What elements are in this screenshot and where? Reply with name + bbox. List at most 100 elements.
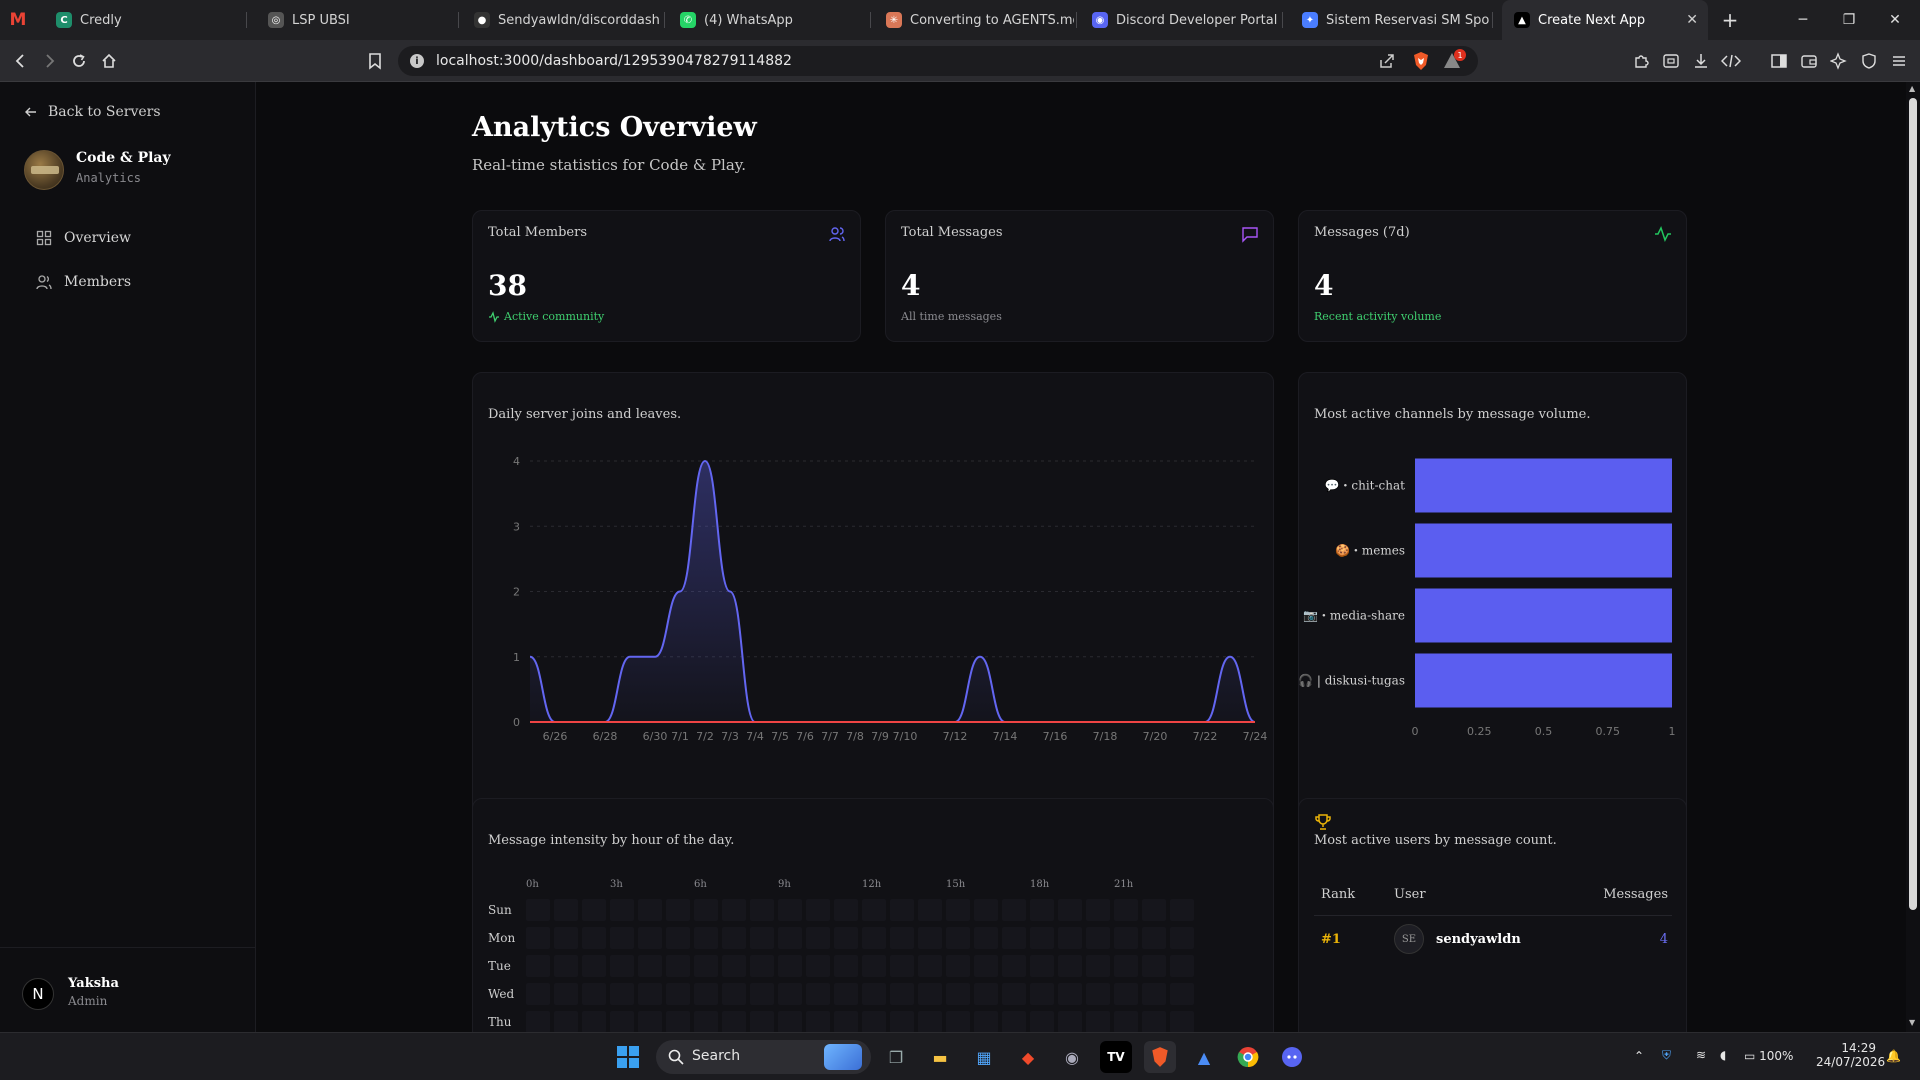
clock[interactable]: 14:29 24/07/2026 <box>1816 1041 1885 1069</box>
heatmap-cell[interactable] <box>750 927 774 949</box>
heatmap-cell[interactable] <box>666 1011 690 1032</box>
heatmap-cell[interactable] <box>554 927 578 949</box>
heatmap-cell[interactable] <box>1170 983 1194 1005</box>
table-row[interactable]: #1 SE sendyawldn 4 <box>1314 915 1672 963</box>
heatmap-cell[interactable] <box>834 899 858 921</box>
heatmap-cell[interactable] <box>918 899 942 921</box>
discord-icon[interactable] <box>1276 1041 1308 1073</box>
heatmap-cell[interactable] <box>806 1011 830 1032</box>
screenshot-icon[interactable] <box>1658 48 1684 74</box>
heatmap-cell[interactable] <box>1030 1011 1054 1032</box>
heatmap-cell[interactable] <box>610 983 634 1005</box>
heatmap-cell[interactable] <box>834 1011 858 1032</box>
heatmap-cell[interactable] <box>750 899 774 921</box>
heatmap-cell[interactable] <box>1058 927 1082 949</box>
heatmap-cell[interactable] <box>890 1011 914 1032</box>
heatmap-cell[interactable] <box>638 899 662 921</box>
heatmap-cell[interactable] <box>1142 955 1166 977</box>
heatmap-cell[interactable] <box>806 983 830 1005</box>
nav-item-overview[interactable]: Overview <box>36 230 131 246</box>
heatmap-cell[interactable] <box>638 983 662 1005</box>
heatmap-cell[interactable] <box>666 927 690 949</box>
devtools-icon[interactable] <box>1718 48 1744 74</box>
app-diamond-icon[interactable]: ◆ <box>1012 1041 1044 1073</box>
heatmap-cell[interactable] <box>638 955 662 977</box>
heatmap-cell[interactable] <box>946 1011 970 1032</box>
heatmap-cell[interactable] <box>778 899 802 921</box>
download-icon[interactable] <box>1688 48 1714 74</box>
heatmap-cell[interactable] <box>1086 1011 1110 1032</box>
heatmap-cell[interactable] <box>1114 983 1138 1005</box>
new-tab-button[interactable]: + <box>1718 8 1742 32</box>
wifi-icon[interactable]: ≋ <box>1696 1048 1706 1062</box>
scroll-up-icon[interactable]: ▲ <box>1909 84 1915 93</box>
browser-tab[interactable]: C Credly <box>44 0 244 40</box>
heatmap-cell[interactable] <box>806 927 830 949</box>
heatmap-cell[interactable] <box>554 983 578 1005</box>
heatmap-cell[interactable] <box>946 983 970 1005</box>
heatmap-cell[interactable] <box>1142 1011 1166 1032</box>
channel-bar[interactable] <box>1415 588 1672 643</box>
heatmap-cell[interactable] <box>862 927 886 949</box>
nav-item-members[interactable]: Members <box>36 274 131 290</box>
heatmap-cell[interactable] <box>834 955 858 977</box>
heatmap-cell[interactable] <box>1170 927 1194 949</box>
volume-icon[interactable]: ◖ <box>1720 1048 1726 1062</box>
heatmap-cell[interactable] <box>694 955 718 977</box>
bookmark-icon[interactable] <box>362 48 388 74</box>
heatmap-cell[interactable] <box>722 983 746 1005</box>
heatmap-cell[interactable] <box>610 1011 634 1032</box>
heatmap-cell[interactable] <box>722 955 746 977</box>
heatmap-cell[interactable] <box>778 1011 802 1032</box>
back-to-servers-link[interactable]: Back to Servers <box>24 104 161 120</box>
channel-bar[interactable] <box>1415 653 1672 708</box>
heatmap-cell[interactable] <box>1002 955 1026 977</box>
heatmap-cell[interactable] <box>946 927 970 949</box>
heatmap-cell[interactable] <box>722 899 746 921</box>
notification-bell-icon[interactable]: 🔔 <box>1886 1049 1901 1063</box>
heatmap-cell[interactable] <box>610 899 634 921</box>
sidebar-toggle-icon[interactable] <box>1766 48 1792 74</box>
heatmap-cell[interactable] <box>1170 955 1194 977</box>
heatmap-cell[interactable] <box>666 955 690 977</box>
battery-indicator[interactable]: ▭ 100% <box>1744 1049 1793 1063</box>
heatmap-cell[interactable] <box>554 899 578 921</box>
heatmap-cell[interactable] <box>946 955 970 977</box>
heatmap-cell[interactable] <box>694 983 718 1005</box>
heatmap-cell[interactable] <box>1114 927 1138 949</box>
microsoft-store-icon[interactable]: ▦ <box>968 1041 1000 1073</box>
brave-rewards-icon[interactable]: 1 <box>1442 49 1466 75</box>
back-nav-icon[interactable] <box>8 48 34 74</box>
heatmap-cell[interactable] <box>1058 983 1082 1005</box>
heatmap-cell[interactable] <box>834 983 858 1005</box>
arc-app-icon[interactable]: ▲ <box>1188 1041 1220 1073</box>
heatmap-cell[interactable] <box>1114 955 1138 977</box>
heatmap-cell[interactable] <box>946 899 970 921</box>
heatmap-cell[interactable] <box>890 927 914 949</box>
browser-tab[interactable]: ✆ (4) WhatsApp <box>668 0 868 40</box>
tray-overflow-icon[interactable]: ⌃ <box>1634 1049 1644 1063</box>
heatmap-cell[interactable] <box>582 983 606 1005</box>
heatmap-cell[interactable] <box>666 899 690 921</box>
heatmap-cell[interactable] <box>1142 983 1166 1005</box>
browser-tab[interactable]: ▲ Create Next App ✕ <box>1502 0 1708 40</box>
heatmap-cell[interactable] <box>1058 1011 1082 1032</box>
heatmap-cell[interactable] <box>890 955 914 977</box>
site-info-icon[interactable]: i <box>410 54 424 68</box>
brave-shield-icon[interactable] <box>1412 51 1430 75</box>
heatmap-cell[interactable] <box>806 899 830 921</box>
heatmap-cell[interactable] <box>638 1011 662 1032</box>
heatmap-cell[interactable] <box>694 1011 718 1032</box>
user-panel[interactable]: N Yaksha Admin <box>0 947 256 1032</box>
extensions-icon[interactable] <box>1628 48 1654 74</box>
heatmap-cell[interactable] <box>610 955 634 977</box>
address-bar[interactable]: i localhost:3000/dashboard/1295390478279… <box>398 46 1478 76</box>
file-explorer-icon[interactable]: ▬ <box>924 1041 956 1073</box>
heatmap-cell[interactable] <box>1030 927 1054 949</box>
heatmap-cell[interactable] <box>1170 1011 1194 1032</box>
start-button[interactable] <box>612 1041 644 1073</box>
heatmap-cell[interactable] <box>974 927 998 949</box>
heatmap-cell[interactable] <box>610 927 634 949</box>
reload-icon[interactable] <box>66 48 92 74</box>
heatmap-cell[interactable] <box>554 1011 578 1032</box>
